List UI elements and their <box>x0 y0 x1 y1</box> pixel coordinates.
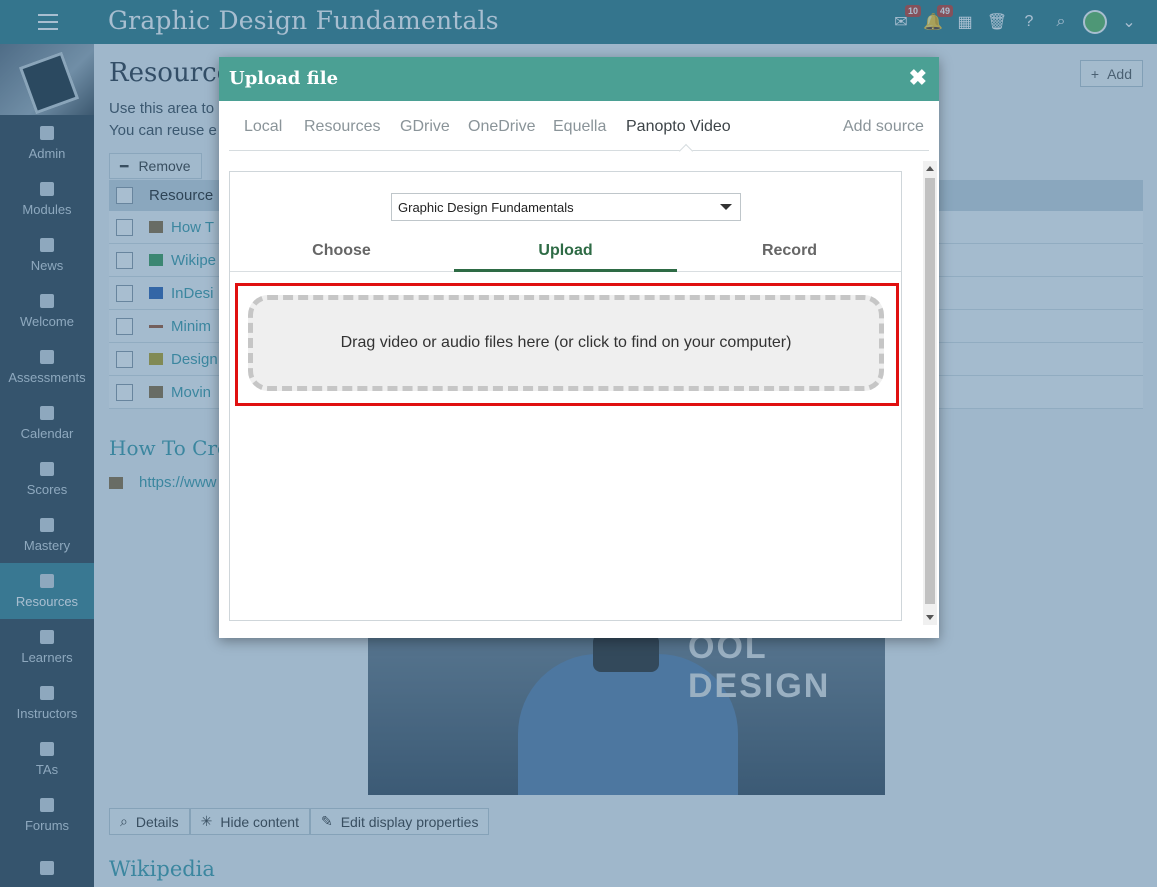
caret-down-icon <box>720 204 732 210</box>
folder-select-value: Graphic Design Fundamentals <box>398 199 574 215</box>
tab-onedrive[interactable]: OneDrive <box>468 118 536 136</box>
scroll-up-icon[interactable] <box>926 166 934 171</box>
source-tabs: Local Resources GDrive OneDrive Equella … <box>229 101 929 159</box>
upload-file-dialog: Upload file ✖ Local Resources GDrive One… <box>219 57 939 638</box>
add-source-link[interactable]: Add source <box>843 118 924 136</box>
active-sub-tab-underline <box>454 269 677 272</box>
active-tab-caret <box>678 143 694 159</box>
tab-gdrive[interactable]: GDrive <box>400 118 450 136</box>
dialog-scrollbar[interactable] <box>923 161 937 625</box>
tab-local[interactable]: Local <box>244 118 282 136</box>
scroll-down-icon[interactable] <box>926 615 934 620</box>
tab-upload[interactable]: Upload <box>454 242 677 260</box>
tab-resources[interactable]: Resources <box>304 118 380 136</box>
panopto-sub-tabs: Choose Upload Record <box>230 234 901 272</box>
folder-select[interactable]: Graphic Design Fundamentals <box>391 193 741 221</box>
tab-panopto-video[interactable]: Panopto Video <box>626 118 731 136</box>
tab-equella[interactable]: Equella <box>553 118 606 136</box>
scrollbar-thumb[interactable] <box>925 178 935 604</box>
dropzone-text: Drag video or audio files here (or click… <box>340 334 792 351</box>
close-icon[interactable]: ✖ <box>909 67 927 89</box>
tab-choose[interactable]: Choose <box>230 242 453 260</box>
file-dropzone[interactable]: Drag video or audio files here (or click… <box>248 295 884 391</box>
dialog-title: Upload file <box>229 68 339 89</box>
dialog-header: Upload file ✖ <box>219 57 939 101</box>
tab-record[interactable]: Record <box>678 242 901 260</box>
